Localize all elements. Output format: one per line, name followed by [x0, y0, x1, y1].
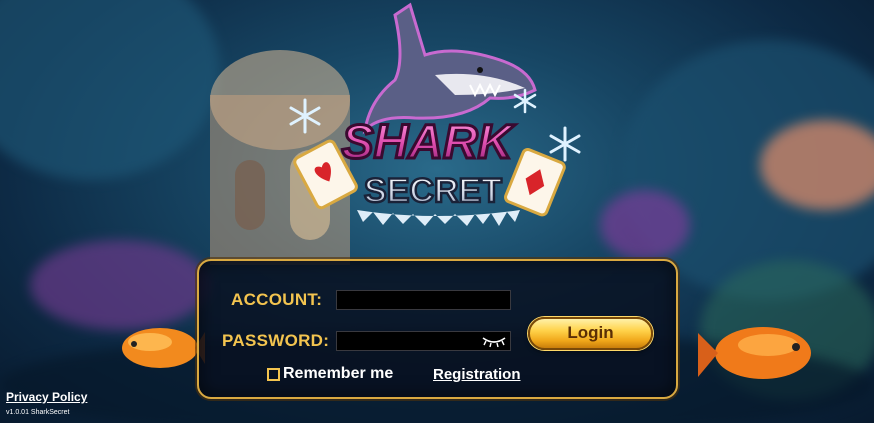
logo-title-secret: SECRET	[364, 172, 502, 210]
game-logo: SHARK SECRET	[289, 2, 581, 226]
shark-illustration	[362, 2, 537, 135]
playing-card-icon	[504, 148, 566, 217]
registration-link[interactable]: Registration	[433, 366, 521, 383]
snowflake-icon	[549, 126, 581, 162]
snowflake-icon	[289, 98, 321, 134]
remember-me-label: Remember me	[283, 365, 394, 382]
account-input[interactable]	[336, 290, 511, 310]
ice-drip	[357, 210, 520, 226]
orange-fish-left	[122, 328, 205, 368]
remember-me-option[interactable]: Remember me	[267, 365, 393, 383]
remember-me-checkbox[interactable]	[267, 367, 280, 381]
password-label: PASSWORD:	[222, 331, 330, 350]
version-text: v1.0.01 SharkSecret	[6, 409, 70, 416]
login-button[interactable]: Login	[528, 317, 653, 350]
eye-closed-icon[interactable]	[481, 334, 507, 348]
logo-title-shark: SHARK	[342, 116, 516, 169]
coral	[600, 190, 690, 260]
privacy-policy-link[interactable]: Privacy Policy	[6, 390, 87, 404]
account-label: ACCOUNT:	[231, 290, 323, 309]
orange-fish-right	[698, 327, 811, 379]
